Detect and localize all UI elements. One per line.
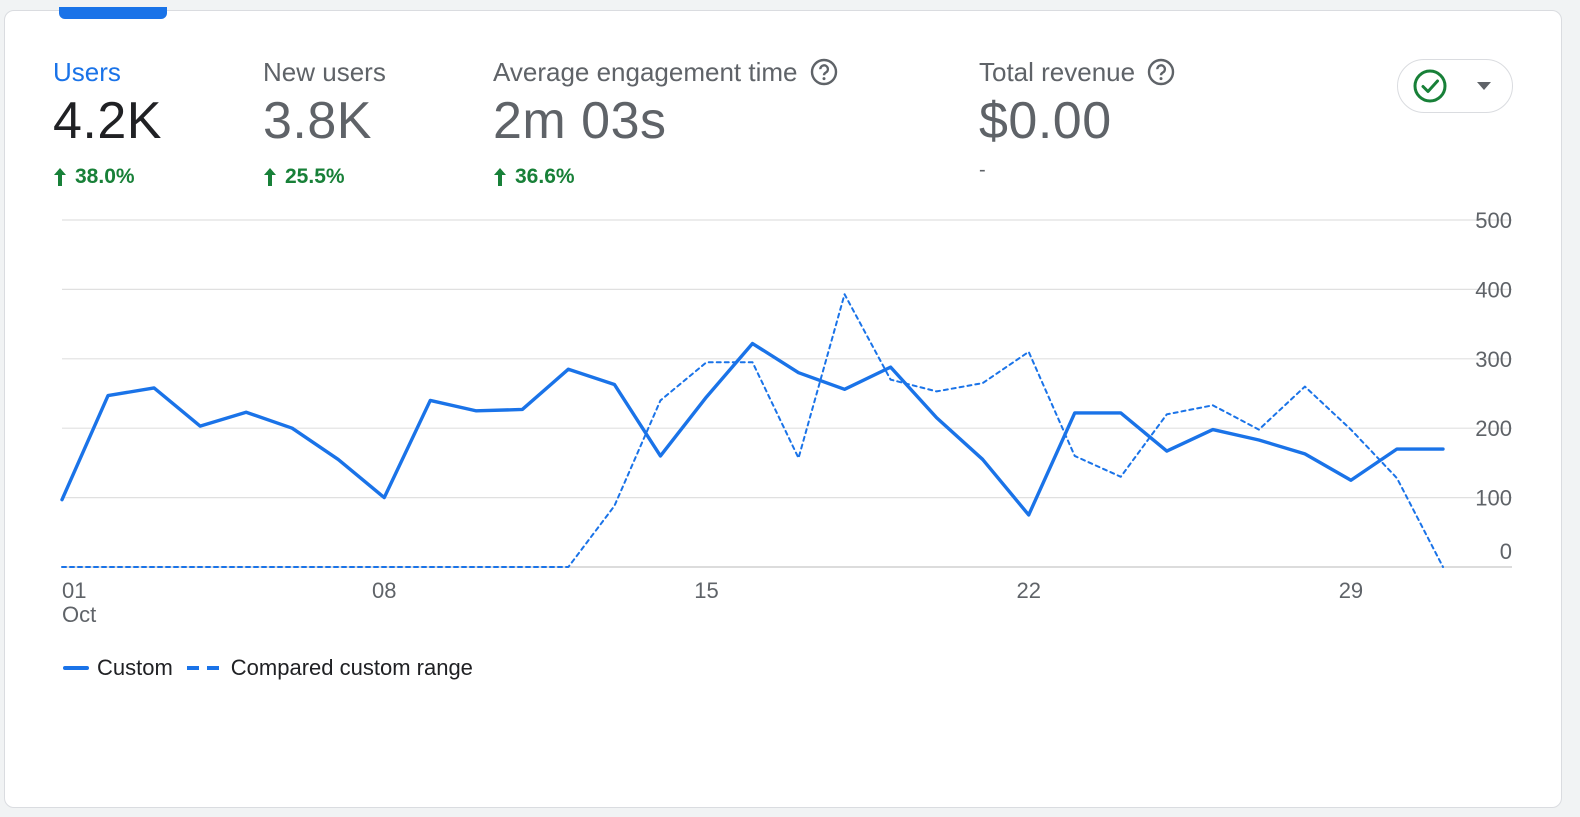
- x-tick-label: 29: [1339, 578, 1363, 603]
- custom-series-line: [60, 341, 1445, 517]
- x-tick-label: 22: [1016, 578, 1040, 603]
- y-tick-label: 400: [1475, 277, 1512, 302]
- x-tick-label: 01: [62, 578, 86, 603]
- x-tick-label: 08: [372, 578, 396, 603]
- y-tick-label: 100: [1475, 486, 1512, 511]
- compared-series-line: [61, 293, 1444, 568]
- y-tick-label: 300: [1475, 347, 1512, 372]
- x-tick-sublabel: Oct: [62, 602, 96, 627]
- y-tick-label: 200: [1475, 416, 1512, 441]
- users-line-chart: 0 100 200 300 400 500 01Oct 08 15 22 29: [60, 208, 1512, 627]
- y-tick-label: 0: [1500, 539, 1512, 564]
- y-tick-label: 500: [1475, 208, 1512, 233]
- x-tick-label: 15: [694, 578, 718, 603]
